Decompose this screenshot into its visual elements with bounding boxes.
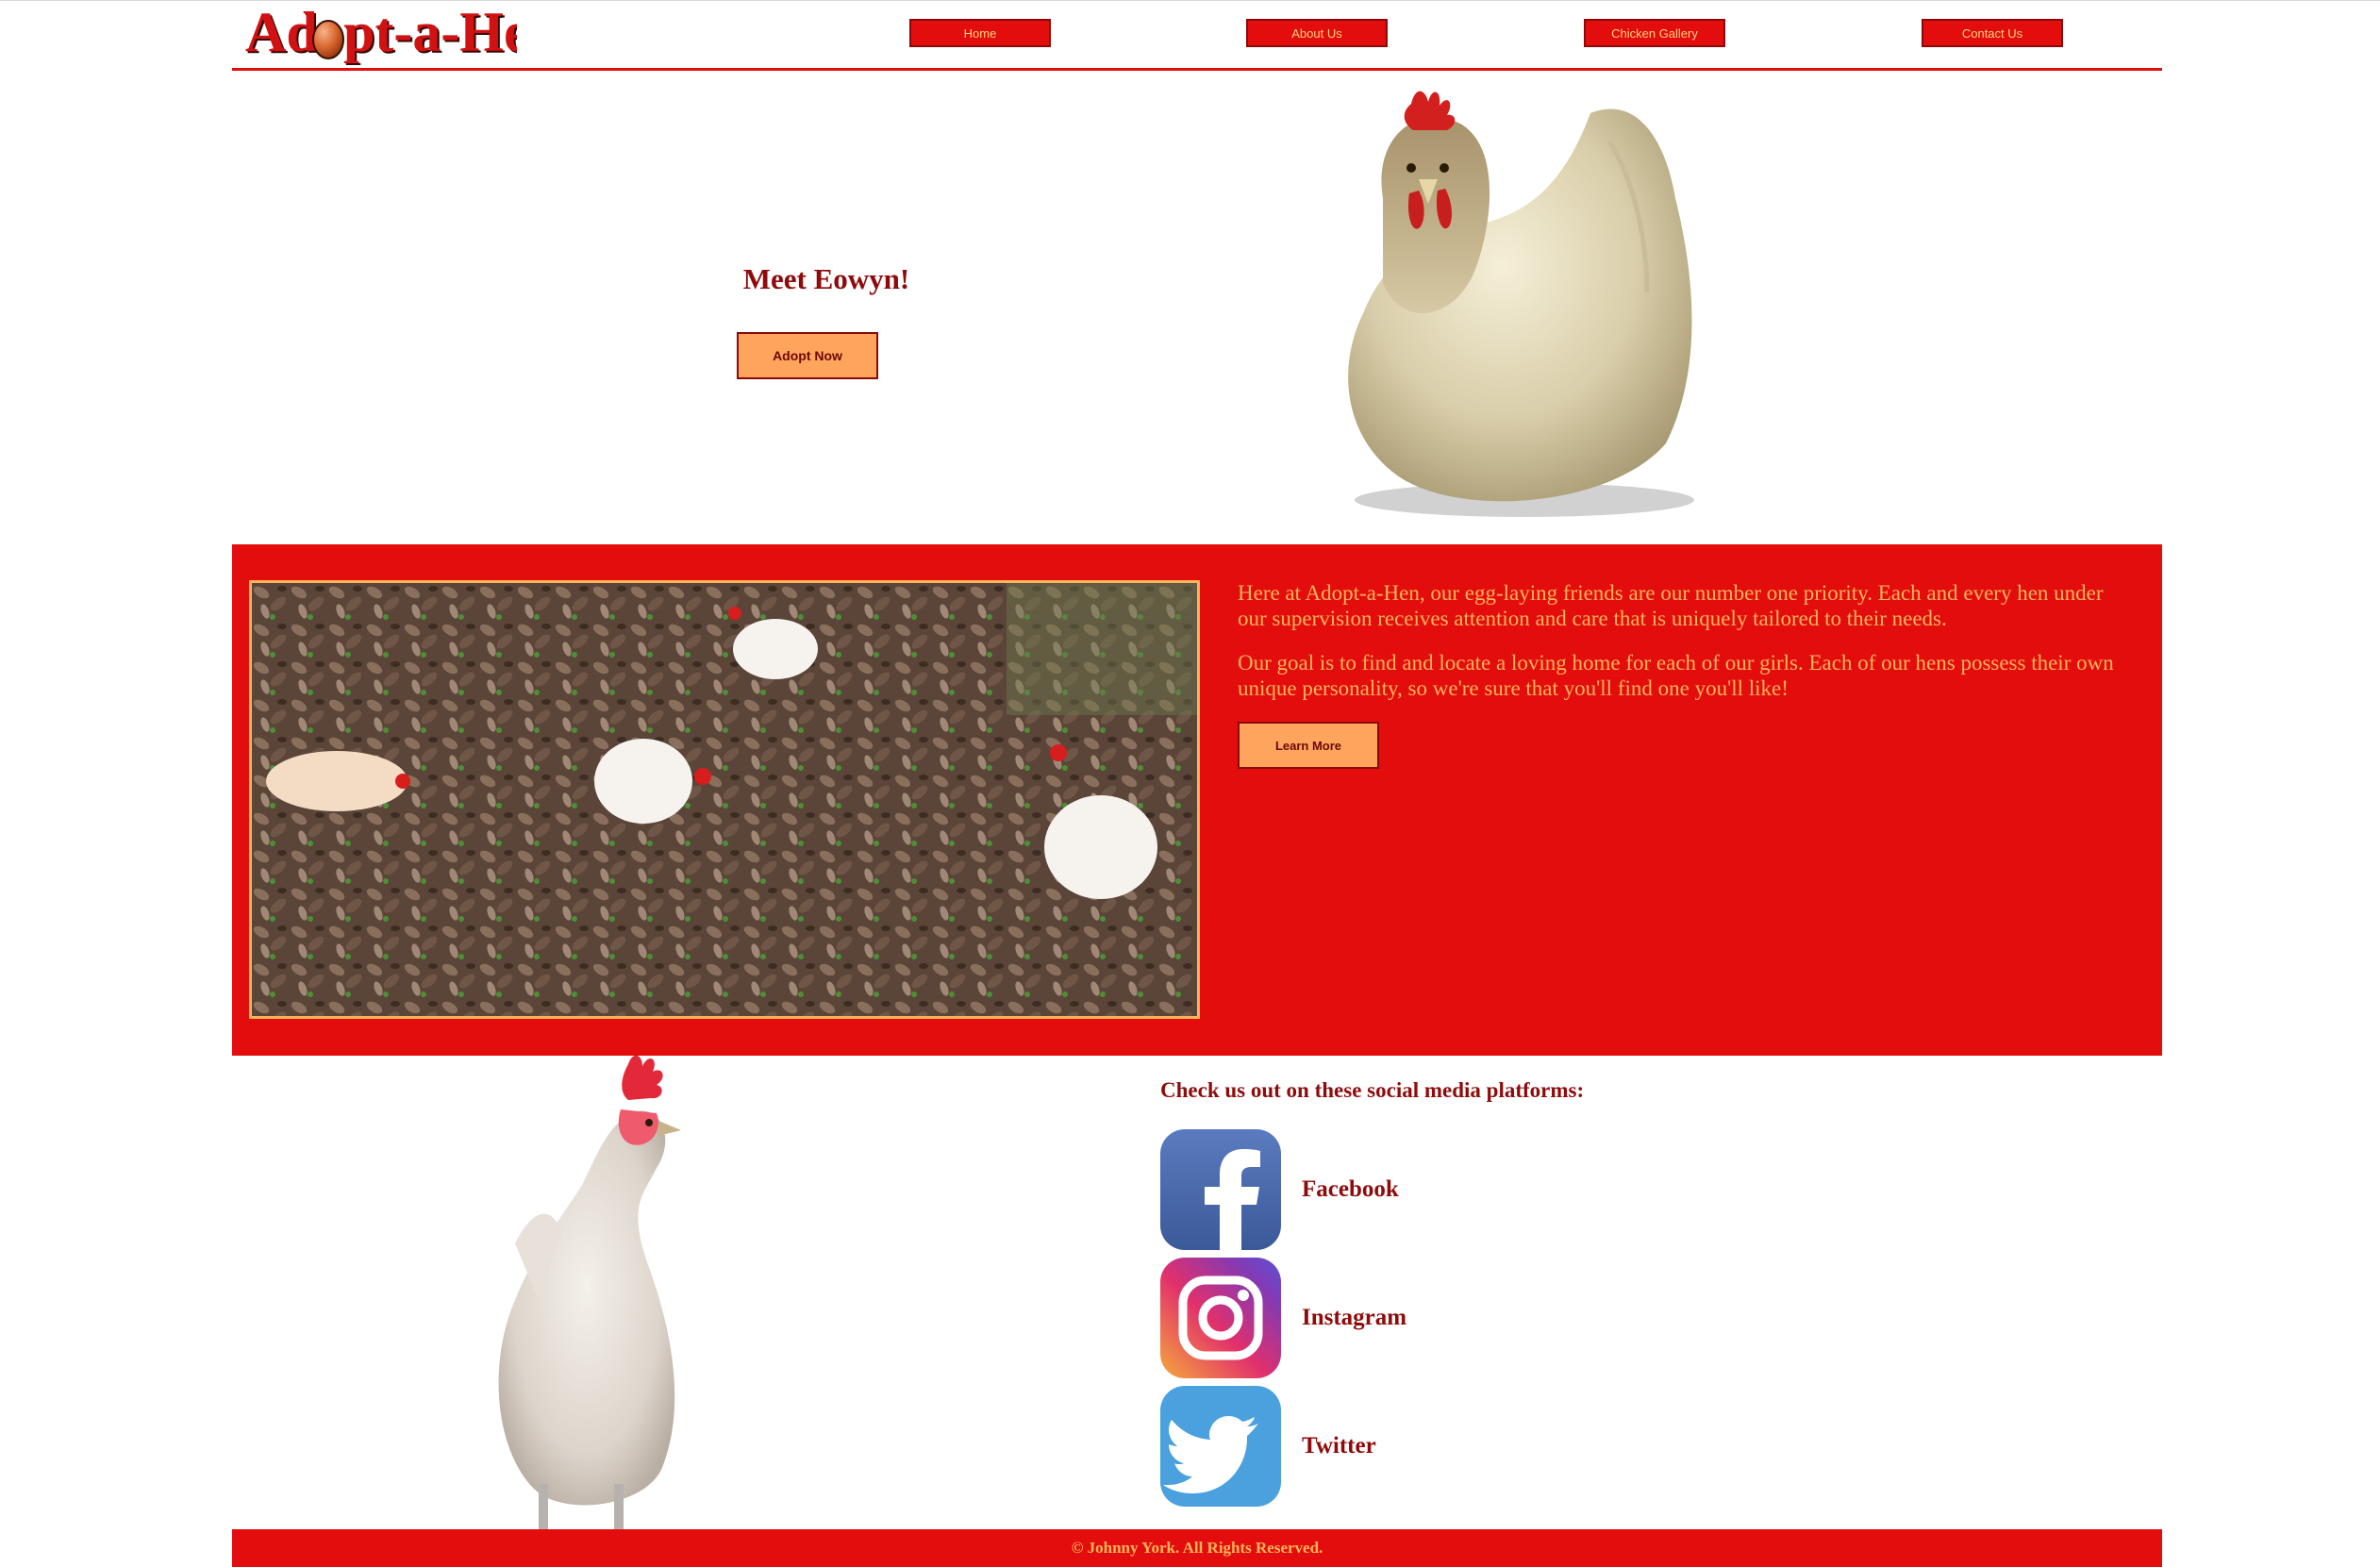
footer-copyright: © Johnny York. All Rights Reserved. <box>1071 1539 1323 1557</box>
hero-title: Meet Eowyn! <box>742 262 910 295</box>
hen-standing-image <box>498 1055 681 1529</box>
social-link-instagram[interactable]: Instagram <box>1160 1258 1406 1378</box>
social-link-facebook[interactable]: Facebook <box>1160 1129 1399 1250</box>
page-container: Ad Ad pt-a-Hen pt-a-Hen Home About Us Ch… <box>232 0 2162 1567</box>
about-paragraph-1: Here at Adopt-a-Hen, our egg-laying frie… <box>1238 581 2104 630</box>
facebook-label: Facebook <box>1302 1176 1399 1202</box>
nav-about-button[interactable]: About Us <box>1246 19 1388 47</box>
site-logo[interactable]: Ad Ad pt-a-Hen pt-a-Hen <box>243 2 517 66</box>
social-heading: Check us out on these social media platf… <box>1160 1078 1585 1102</box>
social-link-twitter[interactable]: Twitter <box>1160 1386 1376 1507</box>
about-paragraph-2: Our goal is to find and locate a loving … <box>1238 651 2114 700</box>
twitter-icon <box>1160 1386 1281 1507</box>
nav-gallery-button[interactable]: Chicken Gallery <box>1584 19 1725 47</box>
facebook-icon <box>1160 1129 1281 1250</box>
hen-eowyn-image <box>1348 91 1694 517</box>
svg-text:Ad: Ad <box>245 2 318 63</box>
adopt-now-button[interactable]: Adopt Now <box>737 332 878 379</box>
twitter-label: Twitter <box>1302 1433 1376 1459</box>
svg-text:pt-a-Hen: pt-a-Hen <box>343 2 517 63</box>
about-text: Here at Adopt-a-Hen, our egg-laying frie… <box>1238 580 2124 720</box>
instagram-label: Instagram <box>1302 1305 1407 1330</box>
hens-in-yard-image <box>252 583 1197 1016</box>
logo-graphic: Ad Ad pt-a-Hen pt-a-Hen <box>245 2 517 65</box>
nav-contact-button[interactable]: Contact Us <box>1922 19 2063 47</box>
yard-photo <box>249 580 1200 1019</box>
site-header: Ad Ad pt-a-Hen pt-a-Hen Home About Us Ch… <box>232 0 2162 71</box>
nav-home-button[interactable]: Home <box>909 19 1051 47</box>
instagram-icon <box>1160 1258 1281 1378</box>
learn-more-button[interactable]: Learn More <box>1238 722 1379 769</box>
site-footer: © Johnny York. All Rights Reserved. <box>232 1529 2162 1567</box>
about-section: Here at Adopt-a-Hen, our egg-laying frie… <box>232 544 2162 1056</box>
